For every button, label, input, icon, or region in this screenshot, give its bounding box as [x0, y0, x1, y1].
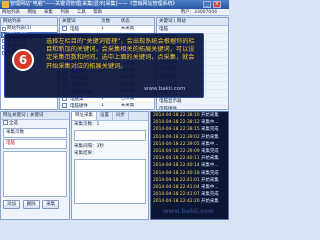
select-all-checkbox[interactable]: 全选: [1, 120, 69, 127]
keyword-cell: 电脑硬件: [60, 103, 99, 109]
step-badge: 6: [12, 49, 34, 71]
menu-item[interactable]: 网站列表: [2, 10, 20, 15]
tab-collect[interactable]: 网址采集: [72, 112, 97, 120]
log-line: 2014-04-18 22:38:10 开始采集: [151, 112, 228, 119]
log-line: 2014-04-18 22:41:04 采集中...: [151, 184, 228, 191]
log-text: 采集完成: [201, 148, 219, 154]
app-icon: [2, 1, 9, 8]
checkbox-icon[interactable]: [62, 26, 67, 31]
tree-header: 网站列表: [1, 18, 57, 26]
menu-item[interactable]: 网站: [27, 10, 36, 15]
menu-item[interactable]: 采集: [44, 10, 53, 15]
keyword-field[interactable]: 电脑: [3, 139, 67, 149]
window-title: 管理网站“电脑”——关键词管理[采集|显示|采集]——《营销网站管理系统》: [10, 1, 178, 7]
log-line: 2014-04-18 22:39:05 采集中...: [151, 141, 228, 148]
log-line: 2014-04-18 22:40:18 采集完成: [151, 170, 228, 177]
collect-button[interactable]: 采集: [42, 200, 60, 209]
log-line: 2014-04-18 22:41:07 采集完成: [151, 191, 228, 198]
close-button[interactable]: ×: [213, 1, 221, 8]
add-button[interactable]: 添加: [3, 200, 20, 209]
log-time: 2014-04-18 22:39:09: [153, 148, 200, 154]
log-text: 开始采集: [201, 113, 219, 118]
minimize-button[interactable]: _: [203, 1, 211, 8]
log-line: 2014-04-18 22:42:20 开始采集: [151, 198, 228, 205]
tab-settings[interactable]: 设置: [97, 112, 113, 120]
status-cell: 未采集: [120, 103, 135, 108]
keyword-textarea[interactable]: [3, 151, 67, 197]
log-time: 2014-04-18 22:40:14: [153, 163, 200, 169]
checkbox-icon[interactable]: [2, 27, 6, 31]
log-text: 采集中...: [201, 163, 219, 169]
log-text: 采集完成: [201, 192, 219, 198]
menu-bar: 网站列表 网站 采集 列表 工具 帮助 用户：33007044: [0, 9, 229, 16]
log-time: 2014-04-18 22:38:15: [153, 127, 200, 133]
pages-cell: 1: [101, 103, 105, 108]
log-time: 2014-04-18 22:41:04: [153, 184, 200, 190]
log-panel: 2014-04-18 22:38:10 开始采集 2014-04-18 22:38…: [150, 111, 229, 220]
watermark: www.bakii.com: [163, 208, 215, 215]
log-text: 开始采集: [201, 177, 219, 183]
table-row[interactable]: 电脑 1 未采集: [60, 26, 154, 33]
log-line: 2014-04-18 22:39:02 开始采集: [151, 134, 228, 141]
log-time: 2014-04-18 22:40:11: [153, 156, 200, 162]
table-row[interactable]: 电脑硬件 1 未采集: [60, 103, 154, 109]
log-time: 2014-04-18 22:38:10: [153, 113, 200, 118]
delete-button[interactable]: 删除: [22, 200, 40, 209]
log-line: 2014-04-18 22:40:11 开始采集: [151, 155, 228, 162]
log-text: 采集完成: [201, 170, 219, 176]
log-line: 2014-04-18 22:40:14 采集中...: [151, 162, 228, 169]
setting-line: 采集结果：: [74, 151, 97, 156]
log-text: 开始采集: [201, 156, 219, 162]
log-time: 2014-04-18 22:39:05: [153, 141, 200, 147]
menu-item[interactable]: 帮助: [93, 10, 102, 15]
panel-header: 关键词 | 网站: [157, 18, 228, 26]
tab-bar: 网址采集 设置 同步: [72, 112, 148, 121]
menu-item[interactable]: 列表: [60, 10, 69, 15]
panel-header: 网址关键词 | 关键词: [1, 112, 69, 120]
list-item[interactable]: 电脑显示器: [157, 98, 228, 106]
pages-input[interactable]: [74, 130, 146, 141]
watermark: www.bakii.com: [144, 86, 186, 92]
log-line: 2014-04-18 22:39:09 采集完成: [151, 148, 228, 155]
tab-sync[interactable]: 同步: [113, 112, 129, 120]
pages-cell: 1: [101, 26, 105, 31]
log-text: 采集中...: [201, 120, 219, 126]
column-header-pages[interactable]: 页数: [99, 18, 119, 25]
menu-item[interactable]: 工具: [77, 10, 86, 15]
status-cell: 未采集: [120, 26, 135, 31]
button-row: 添加 删除 采集: [1, 199, 69, 210]
window-titlebar: 管理网站“电脑”——关键词管理[采集|显示|采集]——《营销网站管理系统》: [0, 0, 229, 9]
log-time: 2014-04-18 22:41:01: [153, 177, 200, 183]
keyword-input-panel: 网址关键词 | 关键词 全选 采集页数 电脑 添加 删除 采集: [0, 111, 70, 220]
log-text: 采集中...: [201, 184, 219, 190]
checkbox-icon[interactable]: [3, 120, 8, 125]
pages-field[interactable]: 采集页数: [3, 128, 67, 138]
result-listbox[interactable]: [74, 159, 146, 204]
log-text: 开始采集: [201, 134, 219, 140]
log-line: 2014-04-18 22:38:12 采集中...: [151, 119, 228, 126]
table-header: 关键词 页数 状态: [60, 18, 154, 26]
log-time: 2014-04-18 22:41:07: [153, 192, 200, 198]
log-time: 2014-04-18 22:42:20: [153, 199, 200, 205]
tutorial-text: 选择左栏目的“关键词管理”，会出现系统会根据你的栏目和新加的关键词，会采集相关的…: [46, 38, 195, 70]
column-header-keyword[interactable]: 关键词: [60, 18, 99, 25]
log-time: 2014-04-18 22:39:02: [153, 134, 200, 140]
log-line: 2014-04-18 22:41:01 开始采集: [151, 177, 228, 184]
log-time: 2014-04-18 22:40:18: [153, 170, 200, 176]
log-text: 采集完成: [201, 127, 219, 133]
keyword-cell: 电脑: [60, 26, 99, 32]
setting-line: 采集间隔：3秒: [74, 144, 104, 149]
column-header-status[interactable]: 状态: [119, 18, 154, 25]
log-text: 采集中...: [201, 141, 219, 147]
log-list: 2014-04-18 22:38:10 开始采集 2014-04-18 22:38…: [151, 112, 228, 205]
log-time: 2014-04-18 22:38:12: [153, 120, 200, 126]
setting-line: 采集页数：1: [74, 122, 100, 127]
collect-settings-panel: 网址采集 设置 同步 采集页数：1 采集间隔：3秒 采集结果：: [71, 111, 149, 220]
log-text: 开始采集: [201, 199, 219, 205]
list-item[interactable]: 电脑硬件: [157, 106, 228, 109]
user-info: 用户：33007044: [180, 10, 217, 15]
log-line: 2014-04-18 22:38:15 采集完成: [151, 126, 228, 133]
checkbox-icon[interactable]: [62, 103, 67, 108]
